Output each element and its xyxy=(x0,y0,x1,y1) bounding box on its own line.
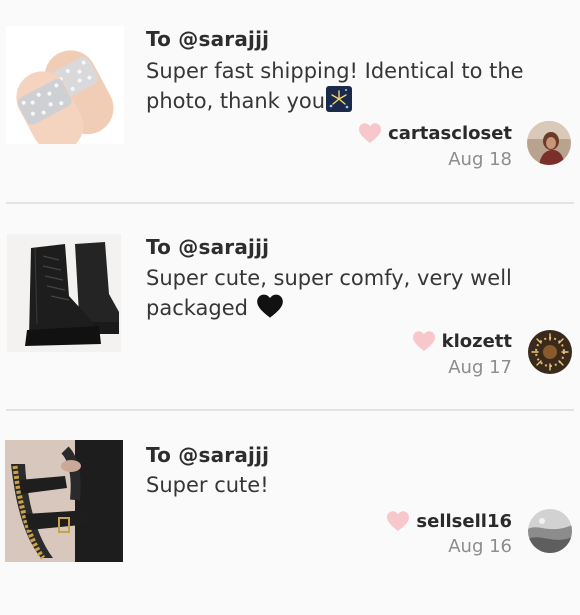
product-thumbnail[interactable] xyxy=(5,440,123,562)
review-message-text: Super cute, super comfy, very well packa… xyxy=(146,266,512,320)
review-message: Super fast shipping! Identical to the ph… xyxy=(146,56,576,120)
black-heart-emoji-icon xyxy=(256,293,284,327)
review-date: Aug 16 xyxy=(448,536,512,557)
review-date: Aug 17 xyxy=(448,357,512,378)
review-message-text: Super cute! xyxy=(146,473,269,497)
reviewer-info: cartascloset xyxy=(358,120,512,146)
review-card: To @sarajjj Super cute! sellsell16 Aug 1… xyxy=(0,412,580,615)
review-card: To @sarajjj Super fast shipping! Identic… xyxy=(0,0,580,203)
product-thumbnail[interactable] xyxy=(7,234,121,352)
fireworks-emoji-icon xyxy=(326,86,353,120)
review-recipient: To @sarajjj xyxy=(146,27,270,51)
reviewer-avatar[interactable] xyxy=(528,509,572,553)
reviewer-avatar[interactable] xyxy=(528,330,572,374)
review-date: Aug 18 xyxy=(448,149,512,170)
divider xyxy=(6,202,574,204)
review-message: Super cute! xyxy=(146,470,576,500)
review-message: Super cute, super comfy, very well packa… xyxy=(146,263,576,327)
review-recipient: To @sarajjj xyxy=(146,443,270,467)
product-thumbnail[interactable] xyxy=(6,26,124,144)
review-card: To @sarajjj Super cute, super comfy, ver… xyxy=(0,205,580,408)
review-recipient: To @sarajjj xyxy=(146,235,270,259)
heart-icon[interactable] xyxy=(386,510,410,532)
reviewer-info: sellsell16 xyxy=(386,508,512,534)
divider xyxy=(6,409,574,411)
reviewer-avatar[interactable] xyxy=(527,121,571,165)
reviewer-info: klozett xyxy=(412,328,512,354)
heart-icon[interactable] xyxy=(358,122,382,144)
heart-icon[interactable] xyxy=(412,330,436,352)
reviewer-username[interactable]: cartascloset xyxy=(388,123,512,144)
reviewer-username[interactable]: sellsell16 xyxy=(416,511,512,532)
reviewer-username[interactable]: klozett xyxy=(442,331,512,352)
